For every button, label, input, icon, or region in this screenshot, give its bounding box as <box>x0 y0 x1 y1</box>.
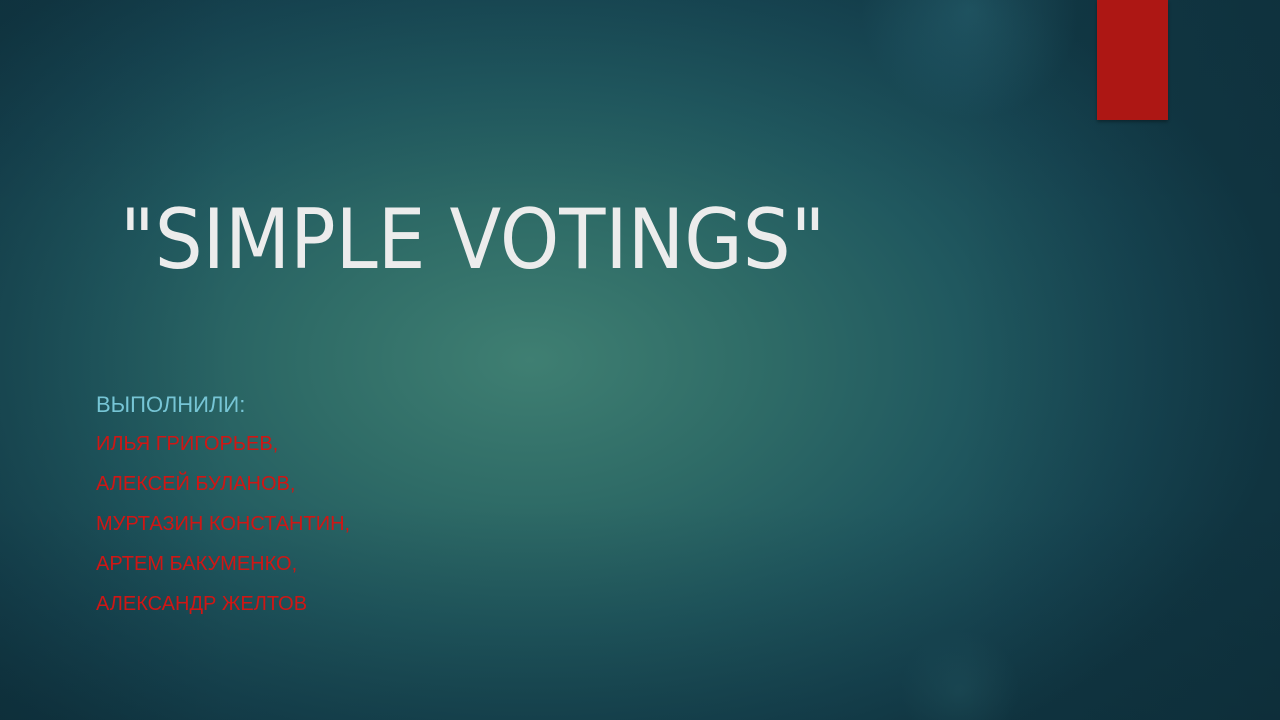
authors-block: ВЫПОЛНИЛИ: ИЛЬЯ ГРИГОРЬЕВ, АЛЕКСЕЙ БУЛАН… <box>96 390 526 630</box>
author-name: АЛЕКСЕЙ БУЛАНОВ, <box>96 473 296 495</box>
authors-label: ВЫПОЛНИЛИ: <box>96 392 246 417</box>
author-name: МУРТАЗИН КОНСТАНТИН, <box>96 513 351 535</box>
slide-title: "SIMPLE VOTINGS" <box>120 191 826 288</box>
background-glow <box>860 0 1080 120</box>
red-accent-bar <box>1097 0 1168 120</box>
author-name: АРТЕМ БАКУМЕНКО, <box>96 553 298 575</box>
author-list: ИЛЬЯ ГРИГОРЬЕВ, АЛЕКСЕЙ БУЛАНОВ, МУРТАЗИ… <box>96 430 526 630</box>
author-name: АЛЕКСАНДР ЖЕЛТОВ <box>96 593 308 615</box>
presentation-slide: "SIMPLE VOTINGS" ВЫПОЛНИЛИ: ИЛЬЯ ГРИГОРЬ… <box>0 0 1280 720</box>
background-glow <box>900 630 1020 720</box>
author-name: ИЛЬЯ ГРИГОРЬЕВ, <box>96 433 279 455</box>
